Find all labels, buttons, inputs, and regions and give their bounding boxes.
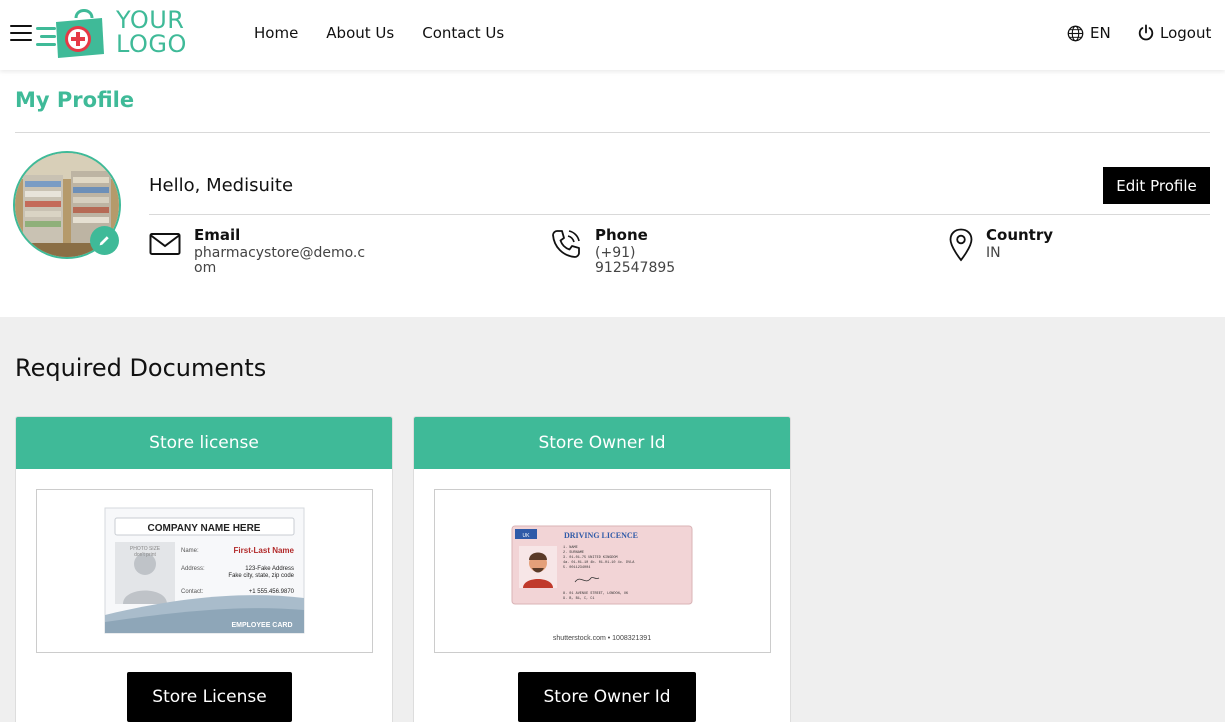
language-label: EN [1090,24,1111,42]
envelope-icon [149,233,181,255]
card-header: Store Owner Id [414,417,790,469]
store-owner-id-button[interactable]: Store Owner Id [518,672,696,722]
page-title: My Profile [15,88,135,112]
logout-label: Logout [1160,24,1212,42]
id-footer: EMPLOYEE CARD [231,622,292,629]
licence-line-6: 8. 01 AVENUE STREET, LONDON, UK [563,592,629,596]
greeting: Hello, Medisuite [149,175,294,196]
id-photo-note-2: don't print [134,552,156,558]
licence-line-5: 5. 0011234004 [563,566,590,570]
card-header: Store license [16,417,392,469]
phone-label: Phone [595,226,648,244]
nav-contact-us[interactable]: Contact Us [422,24,504,42]
location-pin-icon [949,228,973,262]
id-address-line2: Fake city, state, zip code [228,573,294,579]
document-card-store-license: Store license COMPANY NAME HERE PHOTO SI… [15,416,393,722]
licence-line-1: 1. NAME [563,546,578,550]
licence-title: DRIVING LICENCE [564,531,638,540]
nav-home[interactable]: Home [254,24,298,42]
top-navbar: YOUR LOGO Home About Us Contact Us EN Lo… [0,0,1225,70]
pencil-icon [99,236,109,246]
edit-profile-button[interactable]: Edit Profile [1103,167,1210,204]
phone-icon [552,230,580,258]
id-name-label: Name: [181,548,199,554]
logo[interactable]: YOUR LOGO [36,6,206,62]
licence-watermark: shutterstock.com • 1008321391 [553,635,651,642]
document-preview-frame[interactable]: COMPANY NAME HERE PHOTO SIZE don't print… [36,489,373,653]
licence-line-7: 9. B, B1, C, C1 [563,597,595,601]
logo-text: YOUR LOGO [116,8,187,56]
medical-bag-icon [36,9,104,58]
logo-line2: LOGO [116,30,187,58]
id-contact-value: +1 555.456.9870 [249,589,295,595]
divider [149,214,1210,215]
employee-id-card-image: COMPANY NAME HERE PHOTO SIZE don't print… [104,507,305,634]
email-label: Email [194,226,241,244]
language-selector[interactable]: EN [1067,24,1111,42]
id-address-label: Address: [181,566,205,572]
id-company: COMPANY NAME HERE [148,523,261,534]
logo-line1: YOUR [116,6,185,34]
driving-licence-image: UK DRIVING LICENCE 1. NAME 2. SURNAME 3.… [511,525,693,642]
email-value-line1: pharmacystore@demo.c [194,245,366,261]
email-value-line2: om [194,260,217,276]
licence-country: UK [523,533,531,539]
documents-title: Required Documents [15,354,267,382]
licence-line-4: 4a. 01-01-10 4b. 01-01-10 4c. DVLA [563,560,635,565]
globe-icon [1067,25,1084,41]
phone-value: (+91) 912547895 [595,245,676,276]
menu-icon[interactable] [10,25,32,43]
id-contact-label: Contact: [181,589,204,595]
divider [15,132,1210,133]
document-card-store-owner-id: Store Owner Id UK DRIVING LICENCE 1. NAM… [413,416,791,722]
main-nav: Home About Us Contact Us [254,24,504,42]
document-preview-frame[interactable]: UK DRIVING LICENCE 1. NAME 2. SURNAME 3.… [434,489,771,653]
nav-about-us[interactable]: About Us [326,24,394,42]
licence-line-3: 3. 01-01-75 UNITED KINGDOM [563,556,618,560]
country-label: Country [986,226,1054,244]
licence-line-2: 2. SURNAME [563,551,584,555]
power-icon [1138,24,1154,41]
edit-avatar-button[interactable] [90,226,119,255]
id-name-value: First-Last Name [234,546,295,555]
email-value: pharmacystore@demo.c om [194,246,365,276]
country-value: IN [986,245,1001,261]
logout-button[interactable]: Logout [1137,24,1211,42]
store-license-button[interactable]: Store License [127,672,292,722]
id-address-line1: 123-Fake Address [245,566,294,572]
